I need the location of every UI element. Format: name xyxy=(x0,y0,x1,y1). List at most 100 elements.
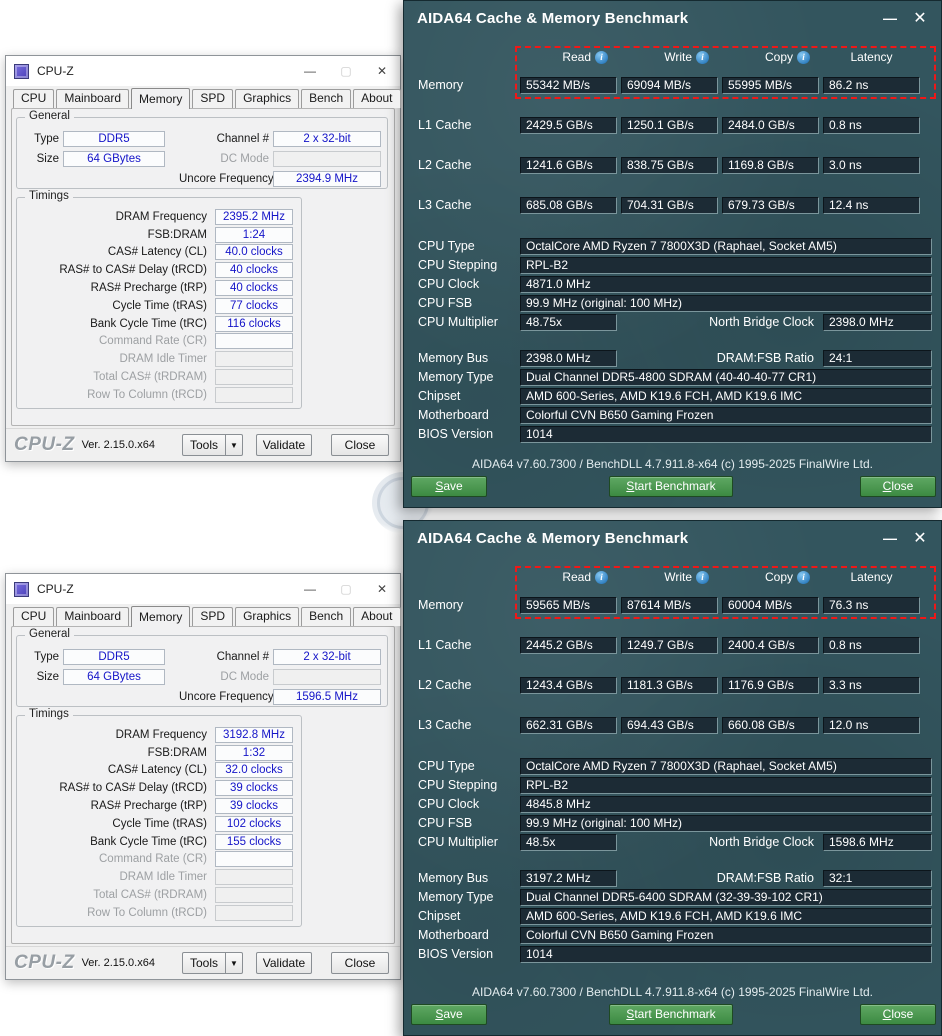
minimize-icon[interactable]: — xyxy=(292,56,328,86)
tab-mainboard[interactable]: Mainboard xyxy=(56,89,130,108)
row-to-column-value xyxy=(215,904,293,921)
cpu-multiplier-label: CPU Multiplier xyxy=(418,315,498,329)
info-icon[interactable]: i xyxy=(797,570,810,584)
info-icon[interactable]: i xyxy=(797,50,810,64)
cpuz-window-bottom: CPU-Z — ▢ ✕ CPU Mainboard Memory SPD Gra… xyxy=(5,573,401,980)
cpu-stepping-label: CPU Stepping xyxy=(418,778,498,792)
timing-row: DRAM Idle Timer xyxy=(17,350,301,368)
l2-read-value: 1241.6 GB/s xyxy=(520,157,617,174)
tab-spd[interactable]: SPD xyxy=(192,607,234,626)
minimize-icon[interactable]: — xyxy=(292,574,328,604)
column-header-write: Write i xyxy=(621,49,718,65)
memory-copy-value: 55995 MB/s xyxy=(722,77,819,94)
tab-mainboard[interactable]: Mainboard xyxy=(56,607,130,626)
groupbox-title: Timings xyxy=(25,708,73,720)
general-groupbox: General Type DDR5 Channel # 2 x 32-bit S… xyxy=(16,110,388,189)
timing-row: Command Rate (CR) xyxy=(17,851,301,869)
cpu-fsb-label: CPU FSB xyxy=(418,816,473,830)
save-button[interactable]: Save xyxy=(411,1004,487,1025)
close-icon[interactable]: ✕ xyxy=(364,56,400,86)
l1-latency-value: 0.8 ns xyxy=(823,637,920,654)
type-label: Type xyxy=(34,133,59,145)
tab-graphics[interactable]: Graphics xyxy=(235,89,300,108)
column-header-read: Read i xyxy=(520,569,617,585)
minimize-icon[interactable]: — xyxy=(875,10,905,26)
type-value: DDR5 xyxy=(63,131,165,147)
close-icon[interactable]: ✕ xyxy=(905,8,935,28)
tab-about[interactable]: About xyxy=(353,89,401,108)
close-icon[interactable]: ✕ xyxy=(905,528,935,548)
tools-button[interactable]: Tools xyxy=(182,434,226,456)
info-icon[interactable]: i xyxy=(696,50,709,64)
tools-dropdown-icon[interactable]: ▼ xyxy=(226,434,243,456)
titlebar[interactable]: CPU-Z — ▢ ✕ xyxy=(6,574,400,604)
minimize-icon[interactable]: — xyxy=(875,530,905,546)
tab-memory[interactable]: Memory xyxy=(131,88,191,109)
close-button[interactable]: Close xyxy=(860,476,936,497)
cas-latency-label: CAS# Latency (CL) xyxy=(107,246,207,259)
dram-frequency-label: DRAM Frequency xyxy=(115,728,207,741)
info-icon[interactable]: i xyxy=(595,50,608,64)
tab-graphics[interactable]: Graphics xyxy=(235,607,300,626)
maximize-icon: ▢ xyxy=(340,64,352,78)
save-button[interactable]: Save xyxy=(411,476,487,497)
column-header-write: Write i xyxy=(621,569,718,585)
tab-bench[interactable]: Bench xyxy=(301,607,352,626)
l2-write-value: 1181.3 GB/s xyxy=(621,677,718,694)
timing-row: RAS# to CAS# Delay (tRCD) 39 clocks xyxy=(17,779,301,797)
start-benchmark-button[interactable]: Start Benchmark xyxy=(609,1004,733,1025)
tools-dropdown-icon[interactable]: ▼ xyxy=(226,952,243,974)
memory-tab-page: General Type DDR5 Channel # 2 x 32-bit S… xyxy=(11,626,395,944)
timing-row: DRAM Frequency 3192.8 MHz xyxy=(17,726,301,744)
close-button[interactable]: Close xyxy=(331,952,389,974)
l1-copy-value: 2484.0 GB/s xyxy=(722,117,819,134)
dram-idle-timer-label: DRAM Idle Timer xyxy=(119,353,207,366)
tab-bench[interactable]: Bench xyxy=(301,89,352,108)
info-icon[interactable]: i xyxy=(696,570,709,584)
close-button[interactable]: Close xyxy=(331,434,389,456)
size-value: 64 GBytes xyxy=(63,151,165,167)
titlebar[interactable]: AIDA64 Cache & Memory Benchmark — ✕ xyxy=(404,521,941,555)
l1-read-value: 2445.2 GB/s xyxy=(520,637,617,654)
tras-value: 102 clocks xyxy=(215,815,293,832)
validate-button[interactable]: Validate xyxy=(256,952,312,974)
north-bridge-clock-value: 2398.0 MHz xyxy=(823,314,932,331)
fsb-dram-value: 1:32 xyxy=(215,744,293,761)
dram-fsb-ratio-label: DRAM:FSB Ratio xyxy=(716,351,814,365)
tools-button[interactable]: Tools xyxy=(182,952,226,974)
window-title: CPU-Z xyxy=(37,64,74,78)
chipset-label: Chipset xyxy=(418,389,461,403)
tab-cpu[interactable]: CPU xyxy=(13,89,55,108)
tab-about[interactable]: About xyxy=(353,607,401,626)
timings-groupbox: Timings DRAM Frequency 3192.8 MHz FSB:DRA… xyxy=(16,708,302,927)
row-label-l1: L1 Cache xyxy=(418,638,472,652)
info-icon[interactable]: i xyxy=(595,570,608,584)
tab-cpu[interactable]: CPU xyxy=(13,607,55,626)
column-label: Write xyxy=(664,570,692,584)
tab-memory[interactable]: Memory xyxy=(131,606,191,627)
column-header-latency: Latency xyxy=(823,49,920,65)
start-benchmark-button[interactable]: Start Benchmark xyxy=(609,476,733,497)
memory-copy-value: 60004 MB/s xyxy=(722,597,819,614)
tab-spd[interactable]: SPD xyxy=(192,89,234,108)
titlebar[interactable]: AIDA64 Cache & Memory Benchmark — ✕ xyxy=(404,1,941,35)
cpu-multiplier-value: 48.75x xyxy=(520,314,617,331)
trc-value: 116 clocks xyxy=(215,315,293,332)
titlebar[interactable]: CPU-Z — ▢ ✕ xyxy=(6,56,400,86)
l1-read-value: 2429.5 GB/s xyxy=(520,117,617,134)
column-header-latency: Latency xyxy=(823,569,920,585)
close-button[interactable]: Close xyxy=(860,1004,936,1025)
close-icon[interactable]: ✕ xyxy=(364,574,400,604)
size-label: Size xyxy=(36,671,59,683)
trp-value: 40 clocks xyxy=(215,280,293,297)
l3-read-value: 685.08 GB/s xyxy=(520,197,617,214)
cpu-stepping-value: RPL-B2 xyxy=(520,777,932,794)
cpu-stepping-value: RPL-B2 xyxy=(520,257,932,274)
dram-fsb-ratio-label: DRAM:FSB Ratio xyxy=(716,871,814,885)
trp-value: 39 clocks xyxy=(215,798,293,815)
validate-button[interactable]: Validate xyxy=(256,434,312,456)
total-cas-value xyxy=(215,369,293,386)
column-label: Copy xyxy=(764,50,793,64)
cpu-clock-label: CPU Clock xyxy=(418,277,480,291)
l3-write-value: 694.43 GB/s xyxy=(621,717,718,734)
